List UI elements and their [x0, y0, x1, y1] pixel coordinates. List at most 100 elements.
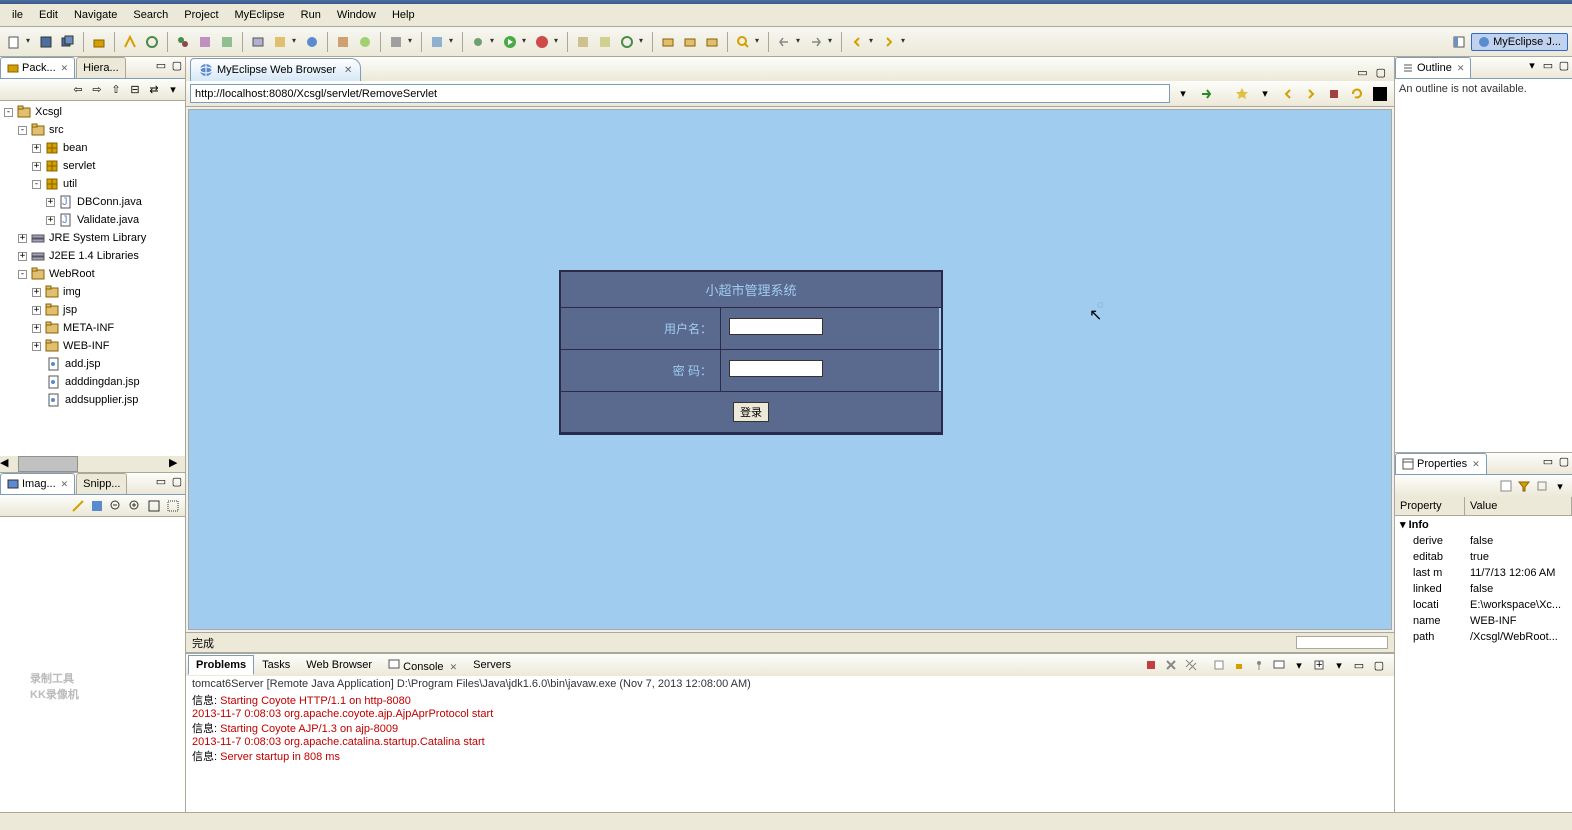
debug-button[interactable]: [468, 32, 488, 52]
tree-item[interactable]: +jsp: [2, 301, 183, 319]
nav-button-2[interactable]: [806, 32, 826, 52]
tab-package-explorer[interactable]: Pack...✕: [0, 57, 75, 78]
browser-viewport[interactable]: 小超市管理系统 用户名： 密 码： 登录 ↖◌: [188, 109, 1392, 630]
web-button[interactable]: [302, 32, 322, 52]
maximize-icon[interactable]: ▢: [1370, 656, 1388, 674]
package-explorer-tree[interactable]: -Xcsgl-src+bean+servlet-util+JDBConn.jav…: [0, 101, 185, 456]
new-dropdown[interactable]: [26, 34, 34, 50]
link-icon[interactable]: ⇄: [146, 82, 162, 98]
open-perspective-button[interactable]: [1449, 32, 1469, 52]
menu-icon[interactable]: ▾: [1524, 57, 1540, 73]
property-row[interactable]: last m11/7/13 12:06 AM: [1395, 565, 1572, 581]
new-button[interactable]: [4, 32, 24, 52]
zoom-out-icon[interactable]: [108, 498, 124, 514]
tab-hierarchy[interactable]: Hiera...: [76, 57, 125, 78]
property-category[interactable]: ▾ Info: [1395, 516, 1572, 533]
connect-button[interactable]: [173, 32, 193, 52]
tab-snippets[interactable]: Snipp...: [76, 473, 127, 494]
wizard-button[interactable]: [120, 32, 140, 52]
column-value[interactable]: Value: [1465, 497, 1572, 515]
tree-item[interactable]: -src: [2, 121, 183, 139]
open-console-dropdown[interactable]: ▾: [1330, 656, 1348, 674]
back-button[interactable]: [847, 32, 867, 52]
folder-button-3[interactable]: [702, 32, 722, 52]
editor-tab-browser[interactable]: MyEclipse Web Browser ✕: [190, 58, 361, 81]
save-button[interactable]: [36, 32, 56, 52]
search-dropdown[interactable]: [755, 34, 763, 50]
tree-item[interactable]: +JValidate.java: [2, 211, 183, 229]
dropdown-3[interactable]: [292, 34, 300, 50]
zoom-in-icon[interactable]: [127, 498, 143, 514]
search-button[interactable]: [733, 32, 753, 52]
clear-icon[interactable]: [1210, 656, 1228, 674]
login-button[interactable]: 登录: [733, 402, 769, 422]
refresh-button[interactable]: [142, 32, 162, 52]
minimize-icon[interactable]: ▭: [153, 473, 169, 489]
menu-navigate[interactable]: Navigate: [66, 7, 125, 23]
perspective-myeclipse[interactable]: MyEclipse J...: [1471, 33, 1568, 51]
tree-item[interactable]: adddingdan.jsp: [2, 373, 183, 391]
close-icon[interactable]: ✕: [450, 662, 458, 672]
url-dropdown-icon[interactable]: ▾: [1173, 84, 1193, 104]
menu-project[interactable]: Project: [176, 7, 226, 23]
menu-edit[interactable]: Edit: [31, 7, 66, 23]
dropdown-6[interactable]: [408, 34, 416, 50]
collapse-icon[interactable]: ⊟: [127, 82, 143, 98]
up-icon[interactable]: ⇧: [108, 82, 124, 98]
tree-item[interactable]: -WebRoot: [2, 265, 183, 283]
pin-icon[interactable]: [1250, 656, 1268, 674]
dropdown-10[interactable]: [639, 34, 647, 50]
tab-image[interactable]: Imag...✕: [0, 473, 75, 494]
maximize-icon[interactable]: ▢: [169, 57, 185, 73]
nav-dropdown-2[interactable]: [828, 34, 836, 50]
icon-button-5[interactable]: [355, 32, 375, 52]
tab-web-browser[interactable]: Web Browser: [298, 655, 380, 675]
maximize-icon[interactable]: ▢: [1556, 57, 1572, 73]
close-icon[interactable]: ✕: [1472, 459, 1480, 470]
favorite-icon[interactable]: [1232, 84, 1252, 104]
menu-search[interactable]: Search: [125, 7, 176, 23]
tool-icon-4[interactable]: [165, 498, 181, 514]
maximize-icon[interactable]: ▢: [1556, 453, 1572, 469]
icon-button-2[interactable]: [217, 32, 237, 52]
nav-dropdown-1[interactable]: [796, 34, 804, 50]
tab-servers[interactable]: Servers: [465, 655, 519, 675]
close-icon[interactable]: ✕: [61, 479, 69, 490]
maximize-icon[interactable]: ▢: [169, 473, 185, 489]
tree-item[interactable]: add.jsp: [2, 355, 183, 373]
tree-item[interactable]: +WEB-INF: [2, 337, 183, 355]
save-all-button[interactable]: [58, 32, 78, 52]
open-console-icon[interactable]: +: [1310, 656, 1328, 674]
nav-button-1[interactable]: [774, 32, 794, 52]
color-icon[interactable]: [1370, 84, 1390, 104]
filter-icon[interactable]: [1516, 478, 1532, 494]
property-row[interactable]: linkedfalse: [1395, 581, 1572, 597]
back-dropdown[interactable]: [869, 34, 877, 50]
close-icon[interactable]: ✕: [1457, 63, 1465, 74]
tool-icon-1[interactable]: [70, 498, 86, 514]
go-button[interactable]: [1196, 84, 1216, 104]
categories-icon[interactable]: [1498, 478, 1514, 494]
icon-button-6[interactable]: [386, 32, 406, 52]
icon-button-8[interactable]: [573, 32, 593, 52]
icon-button-3[interactable]: [270, 32, 290, 52]
tree-item[interactable]: +JRE System Library: [2, 229, 183, 247]
tab-problems[interactable]: Problems: [188, 655, 254, 675]
property-row[interactable]: locatiE:\workspace\Xc...: [1395, 597, 1572, 613]
tree-item[interactable]: +JDBConn.java: [2, 193, 183, 211]
run-button[interactable]: [500, 32, 520, 52]
server-button[interactable]: [248, 32, 268, 52]
icon-button-1[interactable]: [195, 32, 215, 52]
tree-item[interactable]: addsupplier.jsp: [2, 391, 183, 409]
horizontal-scrollbar[interactable]: ◀▶: [0, 456, 185, 472]
menu-icon[interactable]: ▾: [165, 82, 181, 98]
remove-launch-icon[interactable]: [1162, 656, 1180, 674]
tree-item[interactable]: +META-INF: [2, 319, 183, 337]
tool-icon-3[interactable]: [146, 498, 162, 514]
minimize-icon[interactable]: ▭: [1540, 453, 1556, 469]
forward-dropdown[interactable]: [901, 34, 909, 50]
icon-button-7[interactable]: [427, 32, 447, 52]
minimize-icon[interactable]: ▭: [153, 57, 169, 73]
display-dropdown[interactable]: ▾: [1290, 656, 1308, 674]
tab-outline[interactable]: Outline✕: [1395, 57, 1471, 78]
